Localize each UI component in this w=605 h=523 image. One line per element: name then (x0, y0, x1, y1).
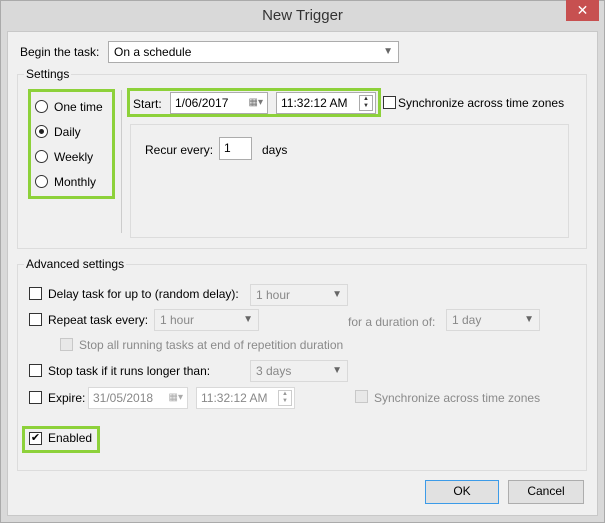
start-label: Start: (133, 97, 162, 111)
sync-timezones-label: Synchronize across time zones (398, 96, 565, 110)
radio-button[interactable] (35, 150, 48, 163)
dialog-title: New Trigger (262, 7, 343, 24)
delay-label: Delay task for up to (random delay): (48, 287, 239, 301)
stop-longer-value: 3 days (256, 364, 292, 378)
repeat-checkbox[interactable] (29, 313, 42, 326)
enabled-checkbox[interactable]: ✔ (29, 432, 42, 445)
radio-button[interactable] (35, 125, 48, 138)
expire-checkbox[interactable] (29, 391, 42, 404)
calendar-icon[interactable]: ▦▾ (249, 96, 263, 110)
recur-label: Recur every: (145, 143, 214, 157)
expire-time-input[interactable]: 11:32:12 AM ▲ ▼ (196, 387, 295, 409)
separator (121, 90, 122, 233)
stop-longer-label: Stop task if it runs longer than: (48, 364, 211, 378)
duration-dropdown[interactable]: 1 day ▼ (446, 309, 540, 331)
recur-input[interactable]: 1 (219, 137, 252, 160)
duration-label: for a duration of: (348, 315, 436, 329)
duration-value: 1 day (452, 313, 482, 327)
delay-dropdown[interactable]: 1 hour ▼ (250, 284, 348, 306)
start-time-value: 11:32:12 AM (281, 96, 348, 110)
sync-timezones-checkbox[interactable] (383, 96, 396, 109)
expire-label: Expire: (48, 391, 86, 405)
stop-longer-checkbox[interactable] (29, 364, 42, 377)
recurrence-panel (130, 124, 569, 238)
delay-value: 1 hour (256, 288, 291, 302)
recur-unit: days (262, 143, 288, 157)
expire-date-picker[interactable]: 31/05/2018 ▦▾ (88, 387, 188, 409)
stop-longer-dropdown[interactable]: 3 days ▼ (250, 360, 348, 382)
spinner-icon[interactable]: ▲ ▼ (359, 95, 373, 111)
stop-all-label: Stop all running tasks at end of repetit… (79, 338, 344, 352)
delay-checkbox[interactable] (29, 287, 42, 300)
chevron-down-icon: ▼ (524, 314, 534, 325)
expire-date-value: 31/05/2018 (93, 391, 154, 405)
chevron-down-icon: ▼ (243, 314, 253, 325)
expire-sync-checkbox[interactable] (355, 390, 368, 403)
chevron-down-icon: ▼ (332, 289, 342, 300)
start-time-input[interactable]: 11:32:12 AM ▲ ▼ (276, 92, 376, 114)
expire-sync-label: Synchronize across time zones (374, 391, 541, 405)
enabled-label: Enabled (48, 431, 93, 445)
repeat-label: Repeat task every: (48, 313, 149, 327)
begin-task-value: On a schedule (114, 45, 192, 59)
chevron-down-icon: ▼ (383, 46, 393, 57)
expire-time-value: 11:32:12 AM (201, 391, 268, 405)
repeat-dropdown[interactable]: 1 hour ▼ (154, 309, 259, 331)
begin-task-label: Begin the task: (20, 45, 100, 59)
advanced-label: Advanced settings (24, 257, 127, 271)
stop-all-checkbox[interactable] (60, 338, 73, 351)
radio-button[interactable] (35, 100, 48, 113)
calendar-icon[interactable]: ▦▾ (169, 391, 183, 405)
spinner-icon[interactable]: ▲ ▼ (278, 390, 292, 406)
chevron-down-icon: ▼ (332, 365, 342, 376)
cancel-button[interactable]: Cancel (508, 480, 584, 504)
repeat-value: 1 hour (160, 313, 195, 327)
begin-task-dropdown[interactable]: On a schedule ▼ (108, 41, 399, 63)
radio-button[interactable] (35, 175, 48, 188)
start-date-picker[interactable]: 1/06/2017 ▦▾ (170, 92, 268, 114)
ok-button[interactable]: OK (425, 480, 499, 504)
close-button[interactable]: ✕ (566, 0, 599, 21)
settings-label: Settings (24, 67, 72, 81)
start-date-value: 1/06/2017 (175, 96, 229, 110)
